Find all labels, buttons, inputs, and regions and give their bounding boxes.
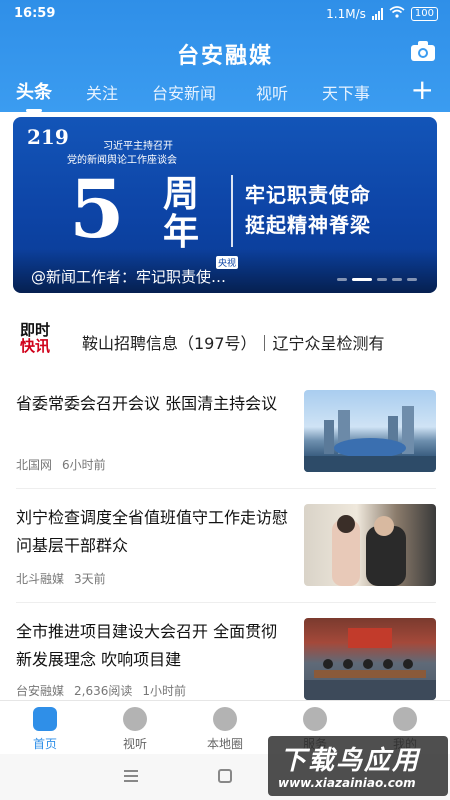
- news-source: 北斗融媒: [16, 572, 65, 586]
- category-tabs: 头条 关注 台安新闻 视听 天下事: [0, 78, 450, 112]
- banner-subtitle-line1: 习近平主持召开: [103, 141, 173, 152]
- user-icon: [393, 707, 417, 731]
- tab-taian-news[interactable]: 台安新闻: [152, 80, 216, 104]
- carousel-indicator: [337, 278, 417, 281]
- banner-caption: @新闻工作者：牢记职责使…: [31, 268, 227, 286]
- wifi-icon: [389, 6, 405, 21]
- play-icon: [123, 707, 147, 731]
- divider: [16, 602, 436, 603]
- tab-headlines[interactable]: 头条: [16, 78, 52, 112]
- nav-label: 首页: [32, 737, 57, 751]
- nav-local[interactable]: 本地圈: [180, 707, 270, 752]
- app-logo: 台安融媒: [176, 44, 273, 69]
- menu-icon[interactable]: [124, 770, 138, 785]
- carousel-dot: [407, 278, 417, 281]
- news-time: 6小时前: [62, 458, 106, 472]
- tab-follow[interactable]: 关注: [86, 80, 118, 104]
- divider: [16, 488, 436, 489]
- watermark-logo: 下载鸟应用 www.xiazainiao.com: [268, 736, 448, 796]
- news-meta: 北斗融媒 3天前: [16, 570, 116, 587]
- watermark-main: 下载鸟应用: [280, 746, 421, 776]
- quick-news-logo: 即时 快讯: [20, 322, 60, 354]
- handshake-icon: [303, 707, 327, 731]
- tab-world-news[interactable]: 天下事: [322, 80, 370, 104]
- news-title: 省委常委会召开会议 张国清主持会议: [16, 394, 278, 413]
- banner-badge-number: 219: [27, 125, 69, 149]
- carousel-dot-active: [352, 278, 372, 281]
- signal-icon: [371, 7, 383, 20]
- news-item[interactable]: 全市推进项目建设大会召开 全面贯彻新发展理念 吹响项目建 台安融媒 2,636阅读…: [0, 618, 450, 700]
- carousel-dot: [377, 278, 387, 281]
- quick-news-text: 鞍山招聘信息（197号）｜辽宁众呈检测有: [82, 334, 385, 353]
- news-thumbnail: [304, 504, 436, 586]
- quick-news-ticker[interactable]: 即时 快讯 鞍山招聘信息（197号）｜辽宁众呈检测有: [0, 318, 450, 362]
- news-title: 刘宁检查调度全省值班值守工作走访慰问基层干部群众: [16, 508, 289, 555]
- news-meta: 台安融媒 2,636阅读 1小时前: [16, 682, 196, 699]
- nav-media[interactable]: 视听: [90, 707, 180, 752]
- home-button-icon[interactable]: [218, 769, 232, 783]
- status-time: 16:59: [14, 6, 56, 21]
- banner-slogan-line2: 挺起精神脊梁: [245, 213, 371, 237]
- nav-label: 视听: [122, 737, 147, 751]
- home-icon: [33, 707, 57, 731]
- status-bar: 16:59 1.1M/s 100: [0, 0, 450, 28]
- plus-icon[interactable]: +: [411, 76, 434, 104]
- news-title: 全市推进项目建设大会召开 全面贯彻新发展理念 吹响项目建: [16, 622, 278, 669]
- news-time: 1小时前: [142, 684, 187, 698]
- news-time: 3天前: [74, 572, 106, 586]
- carousel-dot: [392, 278, 402, 281]
- banner-anniversary: 周年: [163, 173, 200, 253]
- banner-carousel[interactable]: 219 习近平主持召开 党的新闻舆论工作座谈会 5 周年 牢记职责使命 挺起精神…: [13, 117, 437, 293]
- news-source: 北国网: [16, 458, 53, 472]
- quick-news-logo-line2: 快讯: [20, 337, 51, 355]
- nav-label: 本地圈: [206, 737, 243, 751]
- news-item[interactable]: 刘宁检查调度全省值班值守工作走访慰问基层干部群众 北斗融媒 3天前: [0, 504, 450, 594]
- news-reads: 2,636阅读: [74, 684, 133, 698]
- compass-icon: [213, 707, 237, 731]
- news-source: 台安融媒: [16, 684, 65, 698]
- carousel-dot: [337, 278, 347, 281]
- news-thumbnail: [304, 390, 436, 472]
- nav-home[interactable]: 首页: [0, 707, 90, 752]
- banner-divider: [231, 175, 233, 247]
- status-indicators: 1.1M/s 100: [326, 6, 438, 21]
- battery-icon: 100: [410, 6, 438, 21]
- banner-big-number: 5: [69, 162, 125, 256]
- quick-news-logo-line1: 即时: [20, 321, 51, 339]
- news-thumbnail: [304, 618, 436, 700]
- news-item[interactable]: 省委常委会召开会议 张国清主持会议 北国网 6小时前: [0, 390, 450, 480]
- app-header: 16:59 1.1M/s 100 台安融媒 头条 关注 台安新闻 视听 天下事 …: [0, 0, 450, 112]
- camera-icon[interactable]: [410, 40, 436, 62]
- watermark-url: www.xiazainiao.com: [278, 776, 416, 790]
- tab-media[interactable]: 视听: [256, 80, 288, 104]
- network-speed: 1.1M/s: [326, 6, 366, 21]
- news-meta: 北国网 6小时前: [16, 456, 116, 473]
- banner-slogan-line1: 牢记职责使命: [245, 183, 371, 207]
